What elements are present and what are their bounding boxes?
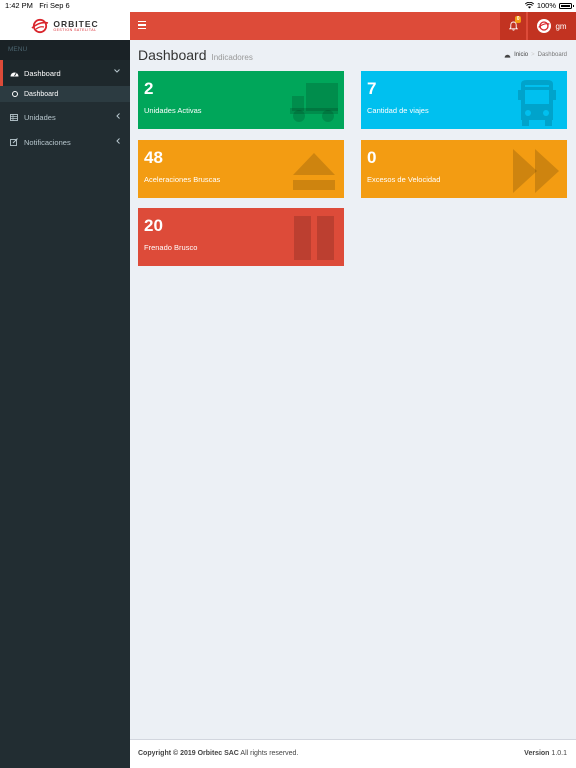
fast-forward-icon xyxy=(513,149,559,193)
user-name: gm xyxy=(555,21,567,31)
brand-name: ORBITEC xyxy=(53,18,99,29)
page-title: Dashboard xyxy=(138,47,207,63)
stat-value: 7 xyxy=(367,79,377,98)
pause-icon xyxy=(294,216,334,260)
chevron-left-icon xyxy=(116,138,120,144)
chevron-left-icon xyxy=(116,113,120,119)
brand-logo[interactable]: ORBITEC GESTION SATELITAL xyxy=(0,12,130,40)
sidebar-menu-header: MENU xyxy=(0,40,130,60)
avatar xyxy=(537,19,552,33)
stat-box-excesos-velocidad[interactable]: 0 Excesos de Velocidad xyxy=(361,140,567,198)
breadcrumb-home-link[interactable]: Inicio xyxy=(514,52,528,58)
notifications-button[interactable]: 0 xyxy=(500,12,526,40)
breadcrumb-separator: > xyxy=(531,52,535,58)
stat-value: 20 xyxy=(144,216,163,235)
orbitec-logo-icon xyxy=(31,18,49,34)
sidebar-item-unidades[interactable]: Unidades xyxy=(0,104,130,130)
edit-icon xyxy=(10,138,19,146)
status-right: 100% xyxy=(524,1,574,10)
status-time: 1:42 PM Fri Sep 6 xyxy=(5,1,70,10)
table-icon xyxy=(10,113,19,121)
status-bar: 1:42 PM Fri Sep 6 100% xyxy=(0,0,576,12)
stat-label: Frenado Brusco xyxy=(144,243,198,252)
stat-value: 48 xyxy=(144,148,163,167)
battery-percent: 100% xyxy=(536,1,556,10)
user-menu[interactable]: gm xyxy=(528,12,576,40)
eject-icon xyxy=(293,153,335,190)
stat-label: Excesos de Velocidad xyxy=(367,175,441,184)
sidebar-subitem-label: Dashboard xyxy=(24,90,59,98)
stat-value: 0 xyxy=(367,148,377,167)
sidebar-item-label: Unidades xyxy=(24,112,56,122)
notification-count-badge: 0 xyxy=(515,16,521,23)
sidebar-item-dashboard[interactable]: Dashboard xyxy=(0,60,130,86)
sidebar-subitem-dashboard[interactable]: Dashboard xyxy=(0,86,130,102)
stat-value: 2 xyxy=(144,79,154,98)
breadcrumb-current: Dashboard xyxy=(537,52,567,58)
stat-label: Unidades Activas xyxy=(144,106,202,115)
chevron-down-icon xyxy=(114,69,120,73)
footer-copyright: Copyright © 2019 Orbitec SAC All rights … xyxy=(138,750,299,757)
battery-icon xyxy=(559,2,574,9)
sidebar: MENU Dashboard Dashboard Unidades Notifi… xyxy=(0,40,130,768)
stat-label: Aceleraciones Bruscas xyxy=(144,175,221,184)
brand-tagline: GESTION SATELITAL xyxy=(53,28,97,32)
content-header: Dashboard Indicadores xyxy=(138,47,253,63)
top-navbar: 0 gm xyxy=(130,12,576,40)
footer-version: Version 1.0.1 xyxy=(524,750,567,757)
footer: Copyright © 2019 Orbitec SAC All rights … xyxy=(130,739,576,768)
bus-icon xyxy=(518,80,556,126)
orbitec-avatar-icon xyxy=(538,21,550,31)
stat-box-cantidad-viajes[interactable]: 7 Cantidad de viajes xyxy=(361,71,567,129)
breadcrumb: Inicio > Dashboard xyxy=(504,52,567,58)
dashboard-icon xyxy=(10,70,19,77)
wifi-icon xyxy=(524,2,534,9)
stat-box-aceleraciones-bruscas[interactable]: 48 Aceleraciones Bruscas xyxy=(138,140,344,198)
sidebar-item-label: Dashboard xyxy=(24,68,61,78)
dashboard-icon xyxy=(504,54,511,58)
circle-o-icon xyxy=(12,91,18,97)
stat-label: Cantidad de viajes xyxy=(367,106,429,115)
stat-box-unidades-activas[interactable]: 2 Unidades Activas xyxy=(138,71,344,129)
truck-icon xyxy=(290,83,338,122)
sidebar-toggle-icon[interactable] xyxy=(138,21,146,30)
page-subtitle: Indicadores xyxy=(211,53,253,62)
stat-box-frenado-brusco[interactable]: 20 Frenado Brusco xyxy=(138,208,344,266)
sidebar-item-label: Notificaciones xyxy=(24,137,71,147)
sidebar-item-notificaciones[interactable]: Notificaciones xyxy=(0,129,130,155)
